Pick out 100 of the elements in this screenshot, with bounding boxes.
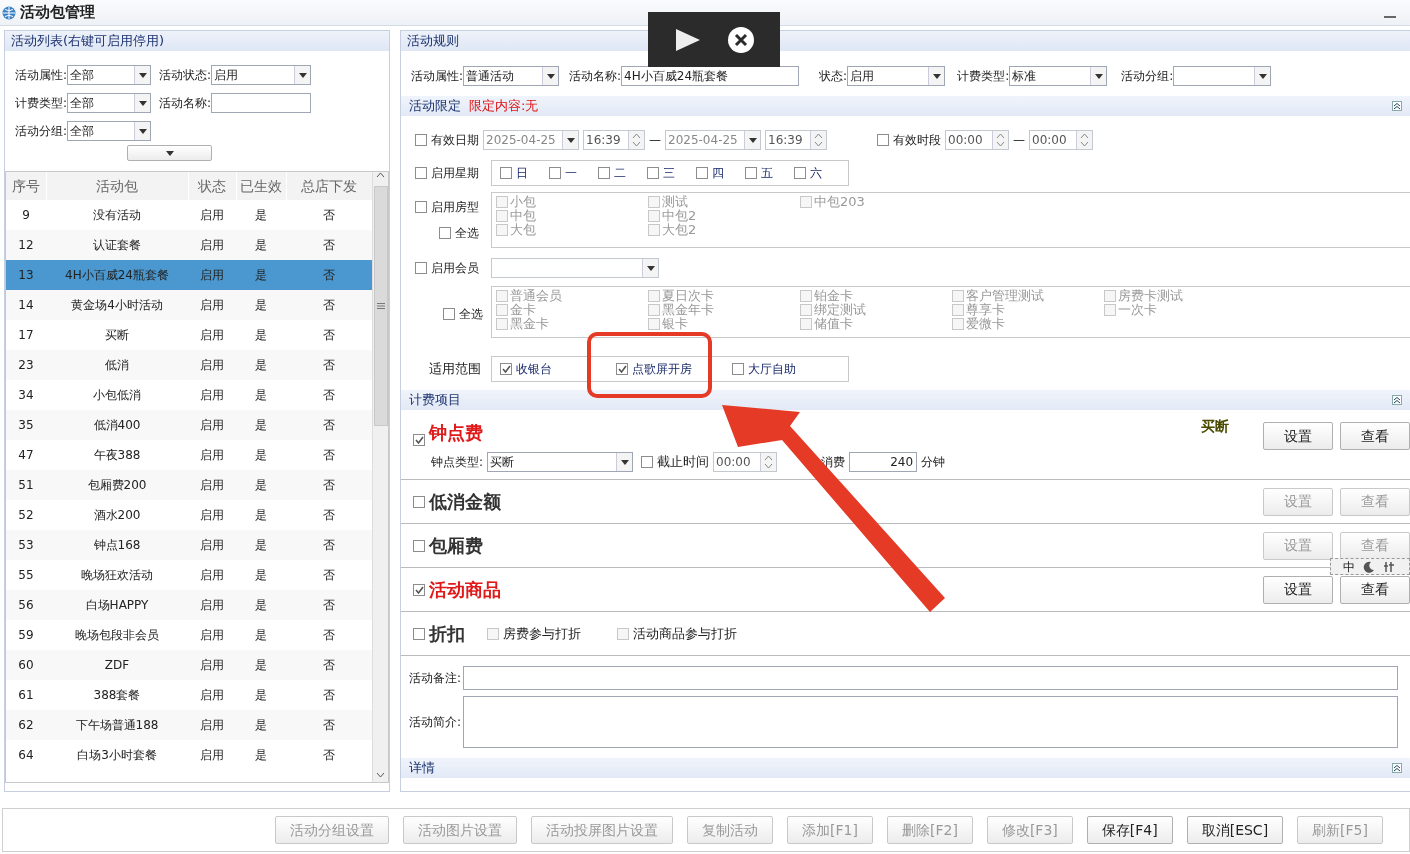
table-row[interactable]: 52 酒水200 启用 是 否 (6, 500, 372, 530)
table-row[interactable]: 56 白场HAPPY 启用 是 否 (6, 590, 372, 620)
dropdown-field[interactable]: 普通活动 (463, 66, 560, 86)
spin-icon[interactable] (1080, 133, 1089, 147)
table-row[interactable]: 47 午夜388 启用 是 否 (6, 440, 372, 470)
table-row[interactable]: 60 ZDF 启用 是 否 (6, 650, 372, 680)
input-field[interactable]: 4H小百威24瓶套餐 (621, 66, 800, 86)
checkbox[interactable] (413, 627, 425, 640)
table-row[interactable]: 51 包厢费200 启用 是 否 (6, 470, 372, 500)
checkbox[interactable] (413, 495, 425, 508)
time-field[interactable]: 00:00 (713, 452, 778, 472)
checkbox[interactable] (745, 167, 757, 179)
caret-icon[interactable] (1258, 73, 1267, 79)
caret-icon[interactable] (165, 150, 174, 156)
caret-icon[interactable] (546, 73, 555, 79)
checkbox[interactable] (500, 363, 512, 375)
time-field[interactable]: 00:00 (945, 130, 1009, 150)
view-button[interactable]: 查看 (1340, 575, 1410, 604)
spin-icon[interactable] (814, 133, 823, 147)
caret-icon[interactable] (566, 137, 575, 143)
table-row[interactable]: 53 钟点168 启用 是 否 (6, 530, 372, 560)
footer-button[interactable]: 保存[F4] (1086, 816, 1173, 844)
dropdown-field[interactable] (491, 258, 659, 278)
table-row[interactable]: 61 388套餐 启用 是 否 (6, 680, 372, 710)
scroll-down-icon[interactable] (376, 772, 385, 778)
checkbox[interactable] (598, 167, 610, 179)
moon-icon[interactable] (1363, 560, 1375, 573)
checkbox[interactable] (549, 167, 561, 179)
dropdown-field[interactable]: 全部 (67, 121, 152, 141)
time-field[interactable]: 16:39 (765, 130, 827, 150)
dropdown-field[interactable]: 全部 (67, 65, 152, 85)
checkbox[interactable] (617, 627, 629, 640)
checkbox[interactable] (487, 627, 499, 640)
caret-icon[interactable] (646, 265, 655, 271)
table-row[interactable]: 14 黄金场4小时活动 启用 是 否 (6, 290, 372, 320)
checkbox[interactable] (877, 134, 889, 146)
close-icon[interactable] (727, 25, 755, 54)
date-field[interactable]: 2025-04-25 (483, 130, 579, 150)
ime-bar[interactable]: 中 (1330, 558, 1410, 575)
caret-icon[interactable] (932, 73, 941, 79)
column-header[interactable]: 状态 (188, 172, 236, 200)
dropdown-field[interactable]: 全部 (67, 93, 152, 113)
caret-icon[interactable] (620, 459, 629, 465)
column-header[interactable]: 活动包 (46, 172, 188, 200)
view-button[interactable]: 查看 (1340, 422, 1410, 450)
table-row[interactable]: 62 下午场普通188 启用 是 否 (6, 710, 372, 740)
spin-icon[interactable] (996, 133, 1005, 147)
checkbox[interactable] (500, 167, 512, 179)
dropdown-field[interactable] (1173, 66, 1272, 86)
table-row[interactable]: 12 认证套餐 启用 是 否 (6, 230, 372, 260)
table-row[interactable]: 55 晚场狂欢活动 启用 是 否 (6, 560, 372, 590)
dropdown-field[interactable]: 启用 (847, 66, 946, 86)
time-field[interactable]: 00:00 (1029, 130, 1093, 150)
checkbox[interactable] (794, 167, 806, 179)
caret-icon[interactable] (748, 137, 757, 143)
scrollbar[interactable] (372, 172, 388, 782)
table-row[interactable]: 59 晚场包段非会员 启用 是 否 (6, 620, 372, 650)
table-row[interactable]: 17 买断 启用 是 否 (6, 320, 372, 350)
input-field[interactable]: 240 (849, 452, 918, 472)
collapse-icon[interactable] (1392, 395, 1402, 405)
minimize-icon[interactable] (1384, 16, 1396, 19)
checkbox[interactable] (413, 583, 425, 596)
checkbox[interactable] (415, 134, 427, 146)
caret-icon[interactable] (138, 72, 147, 78)
caret-icon[interactable] (138, 100, 147, 106)
column-header[interactable]: 已生效 (236, 172, 286, 200)
collapse-icon[interactable] (1392, 101, 1402, 111)
table-row[interactable]: 34 小包低消 启用 是 否 (6, 380, 372, 410)
table-row[interactable]: 35 低消400 启用 是 否 (6, 410, 372, 440)
spin-icon[interactable] (632, 133, 641, 147)
spin-icon[interactable] (764, 455, 774, 469)
table-row[interactable]: 64 白场3小时套餐 启用 是 否 (6, 740, 372, 770)
table-row[interactable]: 9 没有活动 启用 是 否 (6, 200, 372, 230)
checkbox[interactable] (413, 539, 425, 552)
table-row[interactable]: 13 4H小百威24瓶套餐 启用 是 否 (6, 260, 372, 290)
input-field[interactable] (463, 666, 1398, 690)
dropdown-field[interactable]: 标准 (1009, 66, 1108, 86)
date-field[interactable]: 2025-04-25 (665, 130, 761, 150)
table-row[interactable]: 23 低消 启用 是 否 (6, 350, 372, 380)
caret-icon[interactable] (138, 128, 147, 134)
checkbox[interactable] (616, 363, 628, 375)
checkbox[interactable] (415, 167, 427, 179)
scroll-up-icon[interactable] (376, 172, 385, 178)
column-header[interactable]: 总店下发 (286, 172, 372, 200)
footer-button[interactable]: 取消[ESC] (1186, 816, 1284, 844)
text-area[interactable] (463, 696, 1398, 748)
checkbox[interactable] (641, 456, 654, 468)
time-field[interactable]: 16:39 (583, 130, 645, 150)
checkbox[interactable] (732, 363, 744, 375)
checkbox[interactable] (413, 434, 425, 446)
column-header[interactable]: 序号 (6, 172, 46, 200)
caret-icon[interactable] (1094, 73, 1103, 79)
punctuation-icon[interactable] (1383, 560, 1395, 573)
settings-button[interactable]: 设置 (1263, 575, 1333, 604)
settings-button[interactable]: 设置 (1263, 422, 1333, 450)
checkbox[interactable] (696, 167, 708, 179)
collapse-icon[interactable] (1392, 763, 1402, 773)
dropdown-field[interactable]: 买断 (487, 452, 634, 472)
grip-icon[interactable] (376, 303, 385, 309)
caret-icon[interactable] (298, 72, 307, 78)
